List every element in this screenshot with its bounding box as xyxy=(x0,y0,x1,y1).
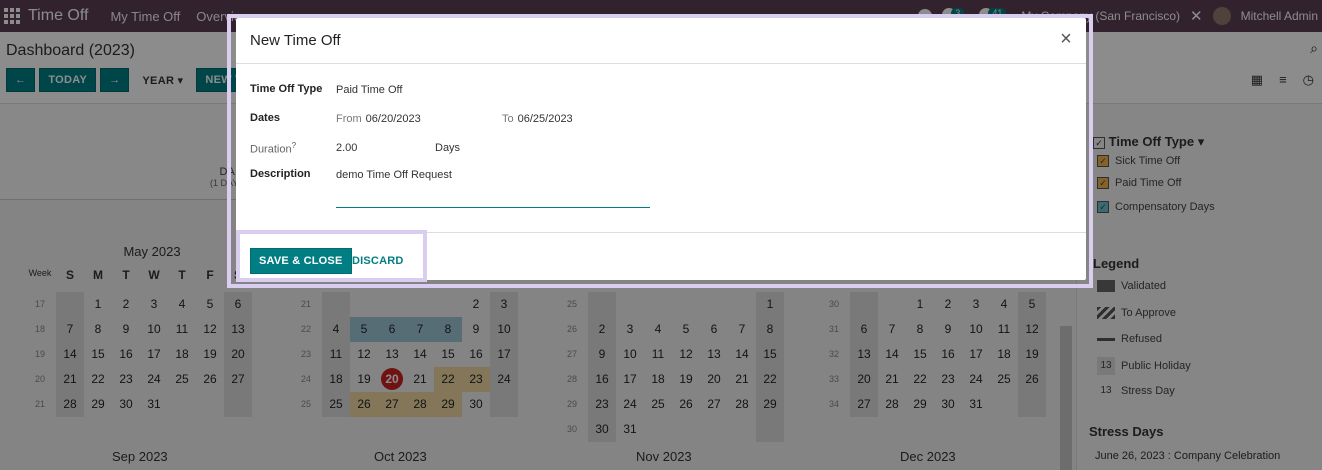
date-from-field[interactable]: From 06/20/2023 xyxy=(336,113,421,125)
duration-unit: Days xyxy=(435,142,461,154)
dates-label: Dates xyxy=(250,112,280,124)
close-icon[interactable]: × xyxy=(1054,28,1078,52)
description-underline xyxy=(336,207,650,208)
dialog-header: New Time Off × xyxy=(236,18,1086,64)
dialog-title: New Time Off xyxy=(250,32,341,49)
help-tooltip-icon[interactable]: ? xyxy=(292,141,296,150)
description-field[interactable]: demo Time Off Request xyxy=(336,169,452,181)
duration-label: Duration? xyxy=(250,141,297,156)
time-off-type-field[interactable]: Paid Time Off xyxy=(336,84,402,96)
date-to-field[interactable]: To 06/25/2023 xyxy=(502,113,573,125)
time-off-type-label: Time Off Type xyxy=(250,83,323,95)
description-label: Description xyxy=(250,168,311,180)
duration-field[interactable]: 2.00 xyxy=(336,142,357,154)
footer-highlight-frame xyxy=(236,230,427,282)
